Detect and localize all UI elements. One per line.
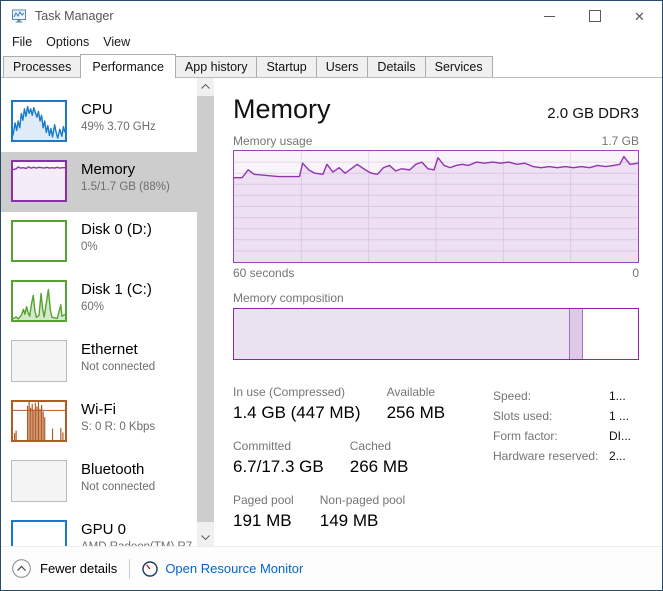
sidebar-item-title: Memory [81,160,170,179]
detail-form-factor: Form factor: DI... [493,426,639,446]
sidebar-item-title: Disk 1 (C:) [81,280,152,299]
sidebar-scrollbar[interactable] [197,78,214,546]
wifi-mini-chart [11,400,67,442]
tab-users[interactable]: Users [316,56,369,77]
sidebar-item-title: Bluetooth [81,460,155,479]
chevron-down-icon [201,535,210,540]
sidebar-item-memory[interactable]: Memory 1.5/1.7 GB (88%) [1,152,197,212]
maximize-button[interactable] [572,1,617,31]
sidebar-item-subtitle: S: 0 R: 0 Kbps [81,420,155,435]
memory-stats: In use (Compressed) 1.4 GB (447 MB) Avai… [233,384,493,546]
menu-bar: File Options View [1,31,662,53]
chevron-up-icon [201,84,210,89]
sidebar-item-ethernet[interactable]: Ethernet Not connected [1,332,197,392]
disk0-mini-chart [11,220,67,262]
close-icon: ✕ [634,10,645,23]
tab-details[interactable]: Details [367,56,425,77]
memory-usage-chart [233,150,639,263]
minimize-button[interactable] [527,1,572,31]
scroll-track[interactable] [197,95,214,529]
tab-processes[interactable]: Processes [3,56,81,77]
sidebar-item-subtitle: Not connected [81,480,155,495]
scroll-down-button[interactable] [197,529,214,546]
memory-mini-chart [11,160,67,202]
sidebar-item-subtitle: 0% [81,240,152,255]
menu-file[interactable]: File [5,33,39,51]
maximize-icon [589,10,601,22]
resource-monitor-label: Open Resource Monitor [165,561,303,576]
composition-modified-segment [570,309,582,359]
sidebar-item-title: Ethernet [81,340,155,359]
sidebar-item-disk1[interactable]: Disk 1 (C:) 60% [1,272,197,332]
detail-hardware-reserved: Hardware reserved: 2... [493,446,639,466]
task-manager-window: Task Manager ✕ File Options View Process… [0,0,663,591]
sidebar-item-title: GPU 0 [81,520,192,539]
title-bar: Task Manager ✕ [1,1,662,31]
fewer-details-label: Fewer details [40,561,117,576]
sidebar-item-title: CPU [81,100,156,119]
stat-in-use: In use (Compressed) 1.4 GB (447 MB) [233,384,361,425]
sidebar-item-title: Wi-Fi [81,400,155,419]
bluetooth-mini-chart [11,460,67,502]
usage-chart-max: 1.7 GB [602,134,639,148]
sidebar-item-wifi[interactable]: Wi-Fi S: 0 R: 0 Kbps [1,392,197,452]
resource-monitor-icon [142,561,158,577]
disk1-mini-chart [11,280,67,322]
sidebar-item-title: Disk 0 (D:) [81,220,152,239]
menu-options[interactable]: Options [39,33,96,51]
page-title: Memory [233,94,331,125]
window-title: Task Manager [35,9,114,23]
hardware-details: Speed: 1... Slots used: 1 ... Form facto… [493,386,639,546]
memory-capacity: 2.0 GB DDR3 [547,105,639,122]
chevron-up-circle-icon [12,559,31,578]
tab-performance[interactable]: Performance [80,54,176,78]
footer-bar: Fewer details Open Resource Monitor [1,546,662,590]
sidebar-item-gpu0[interactable]: GPU 0 AMD Radeon(TM) R7 [1,512,197,546]
stat-paged-pool: Paged pool 191 MB [233,492,294,533]
cpu-mini-chart [11,100,67,142]
composition-label: Memory composition [233,291,639,305]
memory-panel: Memory 2.0 GB DDR3 Memory usage 1.7 GB 6… [214,78,662,546]
stat-non-paged-pool: Non-paged pool 149 MB [320,492,405,533]
detail-slots-used: Slots used: 1 ... [493,406,639,426]
tab-services[interactable]: Services [425,56,493,77]
tab-app-history[interactable]: App history [175,56,258,77]
stat-committed: Committed 6.7/17.3 GB [233,438,324,479]
stat-available: Available 256 MB [387,384,446,425]
sidebar-item-subtitle: 49% 3.70 GHz [81,120,156,135]
scroll-thumb[interactable] [197,96,214,522]
sidebar-item-subtitle: 60% [81,300,152,315]
app-icon [11,8,27,24]
open-resource-monitor-link[interactable]: Open Resource Monitor [142,561,303,577]
scroll-up-button[interactable] [197,78,214,95]
sidebar-item-subtitle: Not connected [81,360,155,375]
close-button[interactable]: ✕ [617,1,662,31]
fewer-details-button[interactable]: Fewer details [12,559,117,578]
axis-label-left: 60 seconds [233,266,294,280]
usage-chart-label: Memory usage [233,134,312,148]
performance-sidebar: CPU 49% 3.70 GHz Memory 1.5/1.7 GB (88%)… [1,78,197,546]
tab-bar: Processes Performance App history Startu… [1,53,662,78]
detail-speed: Speed: 1... [493,386,639,406]
stat-cached: Cached 266 MB [350,438,409,479]
sidebar-item-bluetooth[interactable]: Bluetooth Not connected [1,452,197,512]
gpu0-mini-chart [11,520,67,546]
sidebar-item-subtitle: 1.5/1.7 GB (88%) [81,180,170,195]
footer-separator [129,559,130,579]
ethernet-mini-chart [11,340,67,382]
memory-composition-bar [233,308,639,360]
composition-free-segment [583,309,638,359]
minimize-icon [544,16,555,17]
composition-inuse-segment [234,309,570,359]
tab-startup[interactable]: Startup [256,56,316,77]
axis-label-right: 0 [632,266,639,280]
sidebar-item-disk0[interactable]: Disk 0 (D:) 0% [1,212,197,272]
content-area: CPU 49% 3.70 GHz Memory 1.5/1.7 GB (88%)… [1,78,662,546]
menu-view[interactable]: View [96,33,137,51]
sidebar-item-cpu[interactable]: CPU 49% 3.70 GHz [1,92,197,152]
